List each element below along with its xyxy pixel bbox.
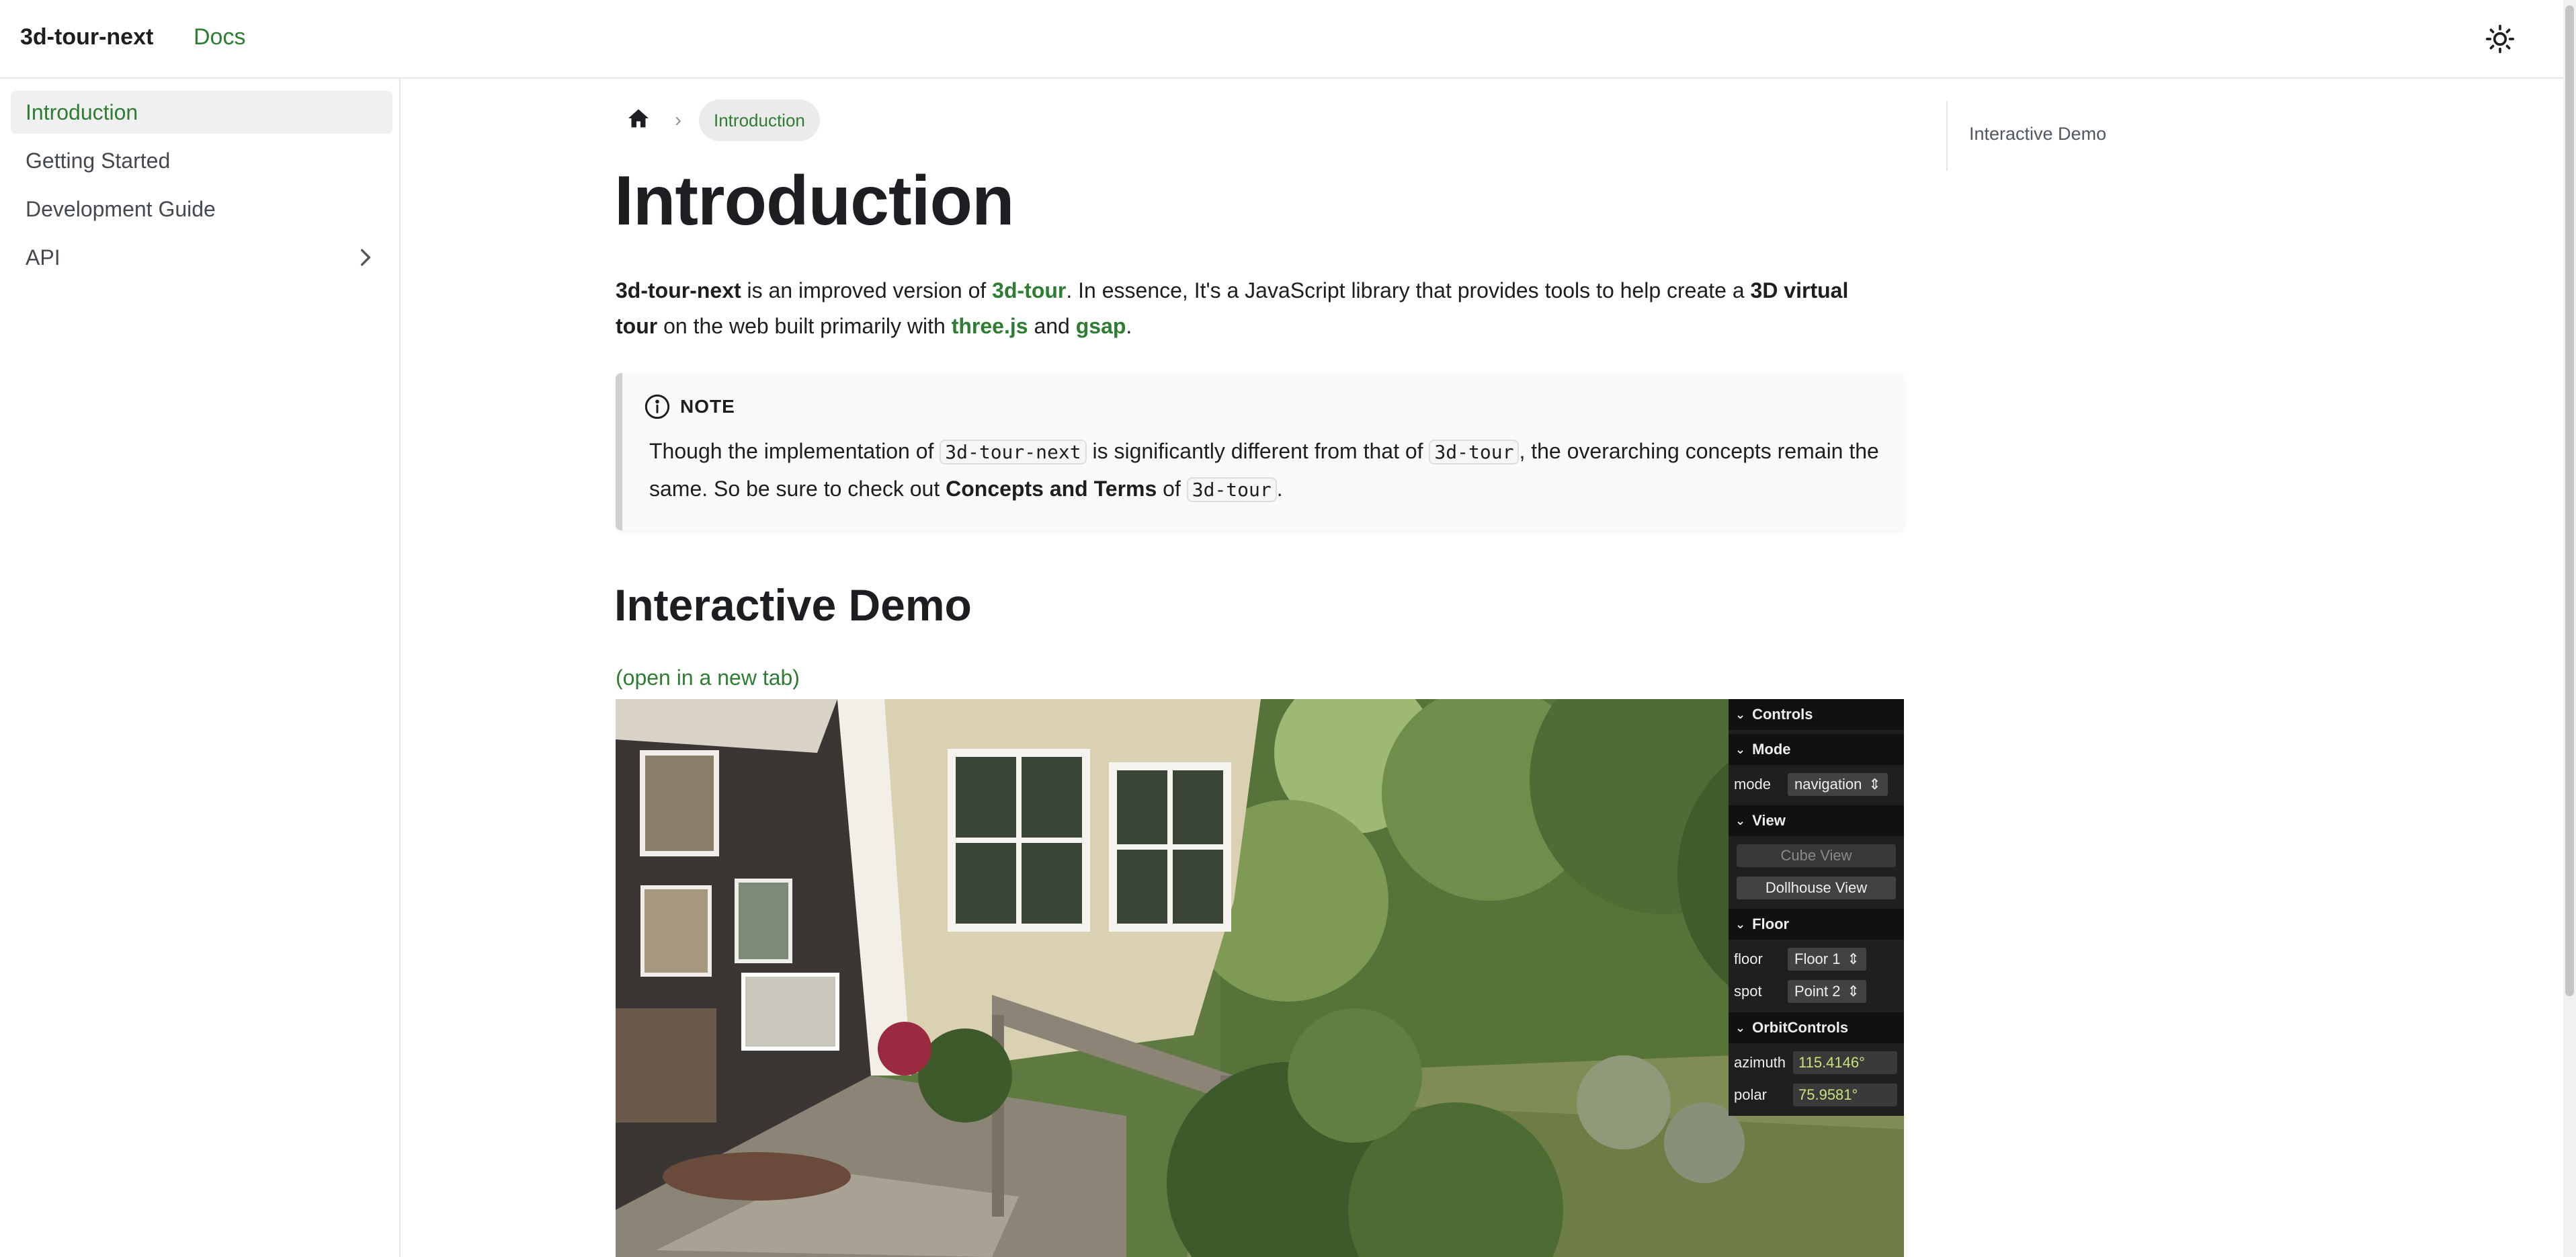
controls-panel: ⌄ Controls ⌄ Mode mode navigation ⇕ ⌄ Vi… [1729, 699, 1904, 1116]
dollhouse-view-row: Dollhouse View [1729, 873, 1904, 903]
spot-label: spot [1734, 983, 1762, 1000]
intro-paragraph: 3d-tour-next is an improved version of 3… [616, 273, 1893, 344]
floor-folder-header[interactable]: ⌄ Floor [1729, 909, 1904, 940]
theme-toggle-button[interactable] [2480, 19, 2520, 59]
note-text: Though the implementation of [649, 439, 940, 463]
spot-control-row: spot Point 2 ⇕ [1729, 976, 1904, 1007]
intro-strong-name: 3d-tour-next [616, 278, 741, 302]
nav-docs-link[interactable]: Docs [194, 24, 245, 50]
note-text: is significantly different from that of [1086, 439, 1429, 463]
demo-viewer[interactable]: ⌄ Controls ⌄ Mode mode navigation ⇕ ⌄ Vi… [616, 699, 1904, 1257]
note-text: of [1157, 477, 1187, 501]
sidebar-item-api[interactable]: API [11, 236, 392, 279]
sidebar: Introduction Getting Started Development… [0, 79, 401, 1257]
orbit-folder-header[interactable]: ⌄ OrbitControls [1729, 1012, 1904, 1043]
azimuth-input[interactable]: 115.4146° [1793, 1051, 1897, 1074]
folder-title: View [1752, 812, 1786, 829]
folder-title: Mode [1752, 741, 1791, 758]
sidebar-item-getting-started[interactable]: Getting Started [11, 139, 392, 182]
intro-text: . [1126, 314, 1132, 338]
folder-title: Floor [1752, 916, 1790, 932]
chevron-right-icon[interactable] [355, 247, 376, 268]
note-header: NOTE [644, 393, 735, 420]
dollhouse-view-button[interactable]: Dollhouse View [1737, 877, 1896, 899]
sidebar-item-introduction[interactable]: Introduction [11, 91, 392, 134]
intro-text: on the web built primarily with [657, 314, 952, 338]
sidebar-item-development-guide[interactable]: Development Guide [11, 188, 392, 231]
inline-code: 3d-tour [1429, 440, 1520, 464]
note-body: Though the implementation of 3d-tour-nex… [649, 433, 1879, 508]
select-arrows-icon: ⇕ [1868, 776, 1881, 793]
brand-link[interactable]: 3d-tour-next [20, 24, 153, 50]
floor-label: floor [1734, 950, 1763, 967]
folder-title: Controls [1752, 706, 1813, 723]
note-text: . [1276, 477, 1283, 501]
mode-control-row: mode navigation ⇕ [1729, 769, 1904, 800]
open-in-new-tab-link[interactable]: (open in a new tab) [616, 665, 800, 690]
sun-icon [2485, 24, 2515, 54]
link-gsap[interactable]: gsap [1076, 314, 1126, 338]
select-arrows-icon: ⇕ [1847, 950, 1860, 967]
spot-select[interactable]: Point 2 ⇕ [1788, 980, 1866, 1003]
intro-text: . In essence, It's a JavaScript library … [1066, 278, 1751, 302]
breadcrumb-current: Introduction [699, 99, 820, 141]
cube-view-button[interactable]: Cube View [1737, 844, 1896, 867]
polar-input[interactable]: 75.9581° [1793, 1084, 1897, 1106]
azimuth-label: azimuth [1734, 1054, 1786, 1071]
link-3d-tour[interactable]: 3d-tour [992, 278, 1066, 302]
cube-view-row: Cube View [1729, 840, 1904, 871]
view-folder-header[interactable]: ⌄ View [1729, 805, 1904, 836]
chevron-down-icon: ⌄ [1735, 813, 1746, 827]
chevron-down-icon: ⌄ [1735, 917, 1746, 931]
panorama-scene[interactable] [616, 699, 1904, 1257]
sidebar-item-label: Development Guide [26, 196, 216, 221]
section-heading-interactive-demo: Interactive Demo [614, 580, 972, 630]
folder-title: OrbitControls [1752, 1019, 1849, 1036]
page-title: Introduction [614, 162, 1015, 240]
floor-control-row: floor Floor 1 ⇕ [1729, 944, 1904, 975]
sidebar-item-label: Getting Started [26, 148, 171, 173]
note-admonition: NOTE Though the implementation of 3d-tou… [616, 373, 1904, 530]
info-icon [645, 394, 670, 419]
navbar: 3d-tour-next Docs [0, 0, 2563, 79]
spot-select-value: Point 2 [1794, 983, 1841, 1000]
breadcrumb-home-link[interactable] [626, 106, 653, 133]
note-strong-concepts: Concepts and Terms [946, 477, 1157, 501]
select-arrows-icon: ⇕ [1847, 983, 1860, 1000]
intro-text: and [1028, 314, 1076, 338]
page-scrollbar-thumb[interactable] [2565, 5, 2574, 996]
toc-item-interactive-demo[interactable]: Interactive Demo [1969, 124, 2106, 145]
chevron-down-icon: ⌄ [1735, 1020, 1746, 1035]
sidebar-item-label: API [26, 245, 60, 270]
mode-select[interactable]: navigation ⇕ [1788, 773, 1888, 796]
mode-label: mode [1734, 776, 1772, 793]
azimuth-control-row: azimuth 115.4146° [1729, 1047, 1904, 1078]
home-icon [628, 109, 649, 128]
sidebar-item-label: Introduction [26, 99, 138, 124]
floor-select[interactable]: Floor 1 ⇕ [1788, 948, 1866, 971]
mode-select-value: navigation [1794, 776, 1862, 793]
table-of-contents: Interactive Demo [1946, 101, 2216, 171]
breadcrumb-separator: › [675, 109, 681, 131]
controls-folder-header[interactable]: ⌄ Controls [1729, 699, 1904, 730]
inline-code: 3d-tour [1186, 477, 1277, 502]
note-title: NOTE [680, 396, 735, 417]
chevron-down-icon: ⌄ [1735, 707, 1746, 721]
floor-select-value: Floor 1 [1794, 950, 1841, 967]
intro-text: is an improved version of [741, 278, 993, 302]
link-threejs[interactable]: three.js [952, 314, 1028, 338]
chevron-down-icon: ⌄ [1735, 742, 1746, 756]
mode-folder-header[interactable]: ⌄ Mode [1729, 734, 1904, 765]
polar-label: polar [1734, 1086, 1767, 1103]
polar-control-row: polar 75.9581° [1729, 1080, 1904, 1110]
inline-code: 3d-tour-next [940, 440, 1087, 464]
